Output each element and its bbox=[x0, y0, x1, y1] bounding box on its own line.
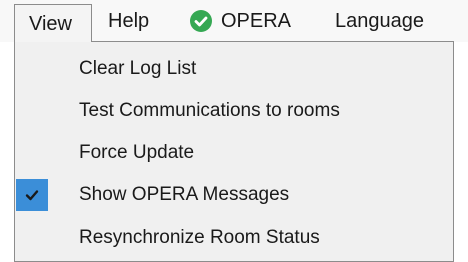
menu-view-label: View bbox=[29, 13, 72, 35]
menu-item-label: Show OPERA Messages bbox=[79, 184, 290, 205]
menu-item-force-update[interactable]: Force Update bbox=[15, 133, 453, 173]
menu-item-label: Resynchronize Room Status bbox=[79, 227, 320, 248]
menu-item-clear-log-list[interactable]: Clear Log List bbox=[15, 49, 453, 89]
menu-opera[interactable]: OPERA bbox=[190, 6, 291, 36]
menu-opera-label: OPERA bbox=[221, 10, 292, 32]
menu-item-label: Clear Log List bbox=[79, 58, 197, 79]
menu-item-test-communications[interactable]: Test Communications to rooms bbox=[15, 91, 453, 131]
menu-help[interactable]: Help bbox=[108, 6, 149, 36]
menu-item-resynchronize-room-status[interactable]: Resynchronize Room Status bbox=[15, 218, 453, 258]
menu-item-label: Test Communications to rooms bbox=[79, 100, 340, 121]
checkmark-icon bbox=[25, 190, 39, 201]
menu-bar: View Help OPERA Language bbox=[0, 0, 468, 42]
menu-view[interactable]: View bbox=[14, 4, 92, 42]
menu-item-label: Force Update bbox=[79, 142, 195, 163]
menu-language[interactable]: Language bbox=[335, 6, 424, 36]
checked-indicator bbox=[16, 179, 48, 211]
view-dropdown-menu: Clear Log List Test Communications to ro… bbox=[14, 41, 454, 262]
green-check-circle-icon bbox=[190, 10, 212, 32]
menu-item-show-opera-messages[interactable]: Show OPERA Messages bbox=[15, 175, 453, 215]
